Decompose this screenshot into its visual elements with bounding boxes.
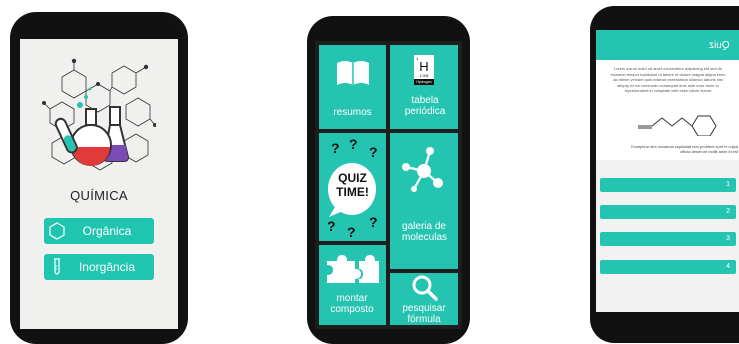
answer-label: 2 — [726, 208, 730, 215]
tile-tabela[interactable]: 1 H 1.008 Hydrogen tabela periódica — [390, 45, 458, 129]
organica-button[interactable]: Orgânica — [44, 218, 154, 244]
hexagon-icon — [44, 222, 70, 240]
svg-text:?: ? — [369, 214, 378, 230]
svg-text:?: ? — [349, 136, 358, 152]
skeletal-formula-icon — [636, 106, 726, 141]
answer-label: 1 — [726, 181, 730, 188]
magnifier-icon — [412, 275, 438, 304]
tile-galeria[interactable]: galeria de moleculas — [390, 133, 458, 269]
organica-label: Orgânica — [82, 224, 132, 238]
tile-label-pesquisar: pesquisar fórmula — [402, 303, 446, 325]
phone-menu: resumos 1 H 1.008 Hydrogen tabela periód… — [307, 16, 470, 344]
tile-label-tabela: tabela periódica — [404, 95, 446, 117]
svg-text:?: ? — [369, 144, 378, 160]
question-text: Lorem ipsum dolor sit amet consectetur a… — [601, 66, 735, 94]
phone-quiz: Quiz Lorem ipsum dolor sit amet consecte… — [590, 6, 739, 343]
phone-home: QUÍMICA Orgânica Inorgância — [10, 12, 188, 344]
menu-screen: resumos 1 H 1.008 Hydrogen tabela periód… — [315, 41, 462, 329]
svg-text:?: ? — [331, 140, 340, 156]
question-line: Lorem ipsum dolor sit amet consectetur a… — [613, 66, 723, 71]
answer-option[interactable]: 1 — [600, 178, 736, 192]
inorganica-button[interactable]: Inorgância — [44, 254, 154, 280]
quiz-header-title: Quiz — [709, 40, 730, 51]
element-symbol: H — [419, 59, 429, 74]
test-tube-icon — [44, 258, 70, 276]
inorganica-label: Inorgância — [78, 260, 136, 274]
answer-option[interactable]: 3 — [600, 232, 736, 246]
answer-label: 3 — [726, 235, 730, 242]
puzzle-icon — [325, 253, 381, 288]
element-mass: 1.008 — [419, 74, 429, 78]
tile-quiz[interactable]: ? ? ? ? ? ? QUIZ TIME! — [319, 133, 386, 241]
question-note: Excepteur sint occaecat cupidatat non pr… — [598, 144, 738, 154]
quiz-header: Quiz — [596, 30, 739, 60]
tile-label-galeria: galeria de moleculas — [402, 221, 448, 243]
book-icon — [335, 59, 371, 90]
quiz-label: QUIZ TIME! — [336, 171, 369, 199]
svg-text:?: ? — [347, 224, 356, 240]
app-title: QUÍMICA — [70, 188, 128, 203]
molecule-icon — [400, 145, 448, 198]
quiz-screen: Quiz Lorem ipsum dolor sit amet consecte… — [596, 30, 739, 312]
answer-option[interactable]: 4 — [600, 260, 736, 274]
tile-pesquisar[interactable]: pesquisar fórmula — [390, 273, 458, 325]
chemistry-logo-icon — [42, 57, 157, 175]
note-line: officia deserunt mollit anim id est — [680, 149, 738, 154]
element-card-icon: 1 H 1.008 Hydrogen — [414, 55, 434, 85]
tile-label-resumos: resumos — [333, 107, 372, 118]
element-name: Hydrogen — [414, 79, 434, 85]
answer-option[interactable]: 2 — [600, 205, 736, 219]
home-screen: QUÍMICA Orgânica Inorgância — [20, 39, 178, 329]
question-line: ad minim veniam quis nostrud exercitatio… — [613, 77, 723, 82]
svg-text:?: ? — [327, 218, 336, 234]
tile-montar[interactable]: montar composto — [319, 245, 386, 325]
tile-label-montar: montar composto — [330, 293, 374, 315]
tile-resumos[interactable]: resumos — [319, 45, 386, 129]
answer-label: 4 — [726, 263, 730, 270]
question-line: reprehenderit in voluptate velit esse ci… — [624, 88, 712, 93]
